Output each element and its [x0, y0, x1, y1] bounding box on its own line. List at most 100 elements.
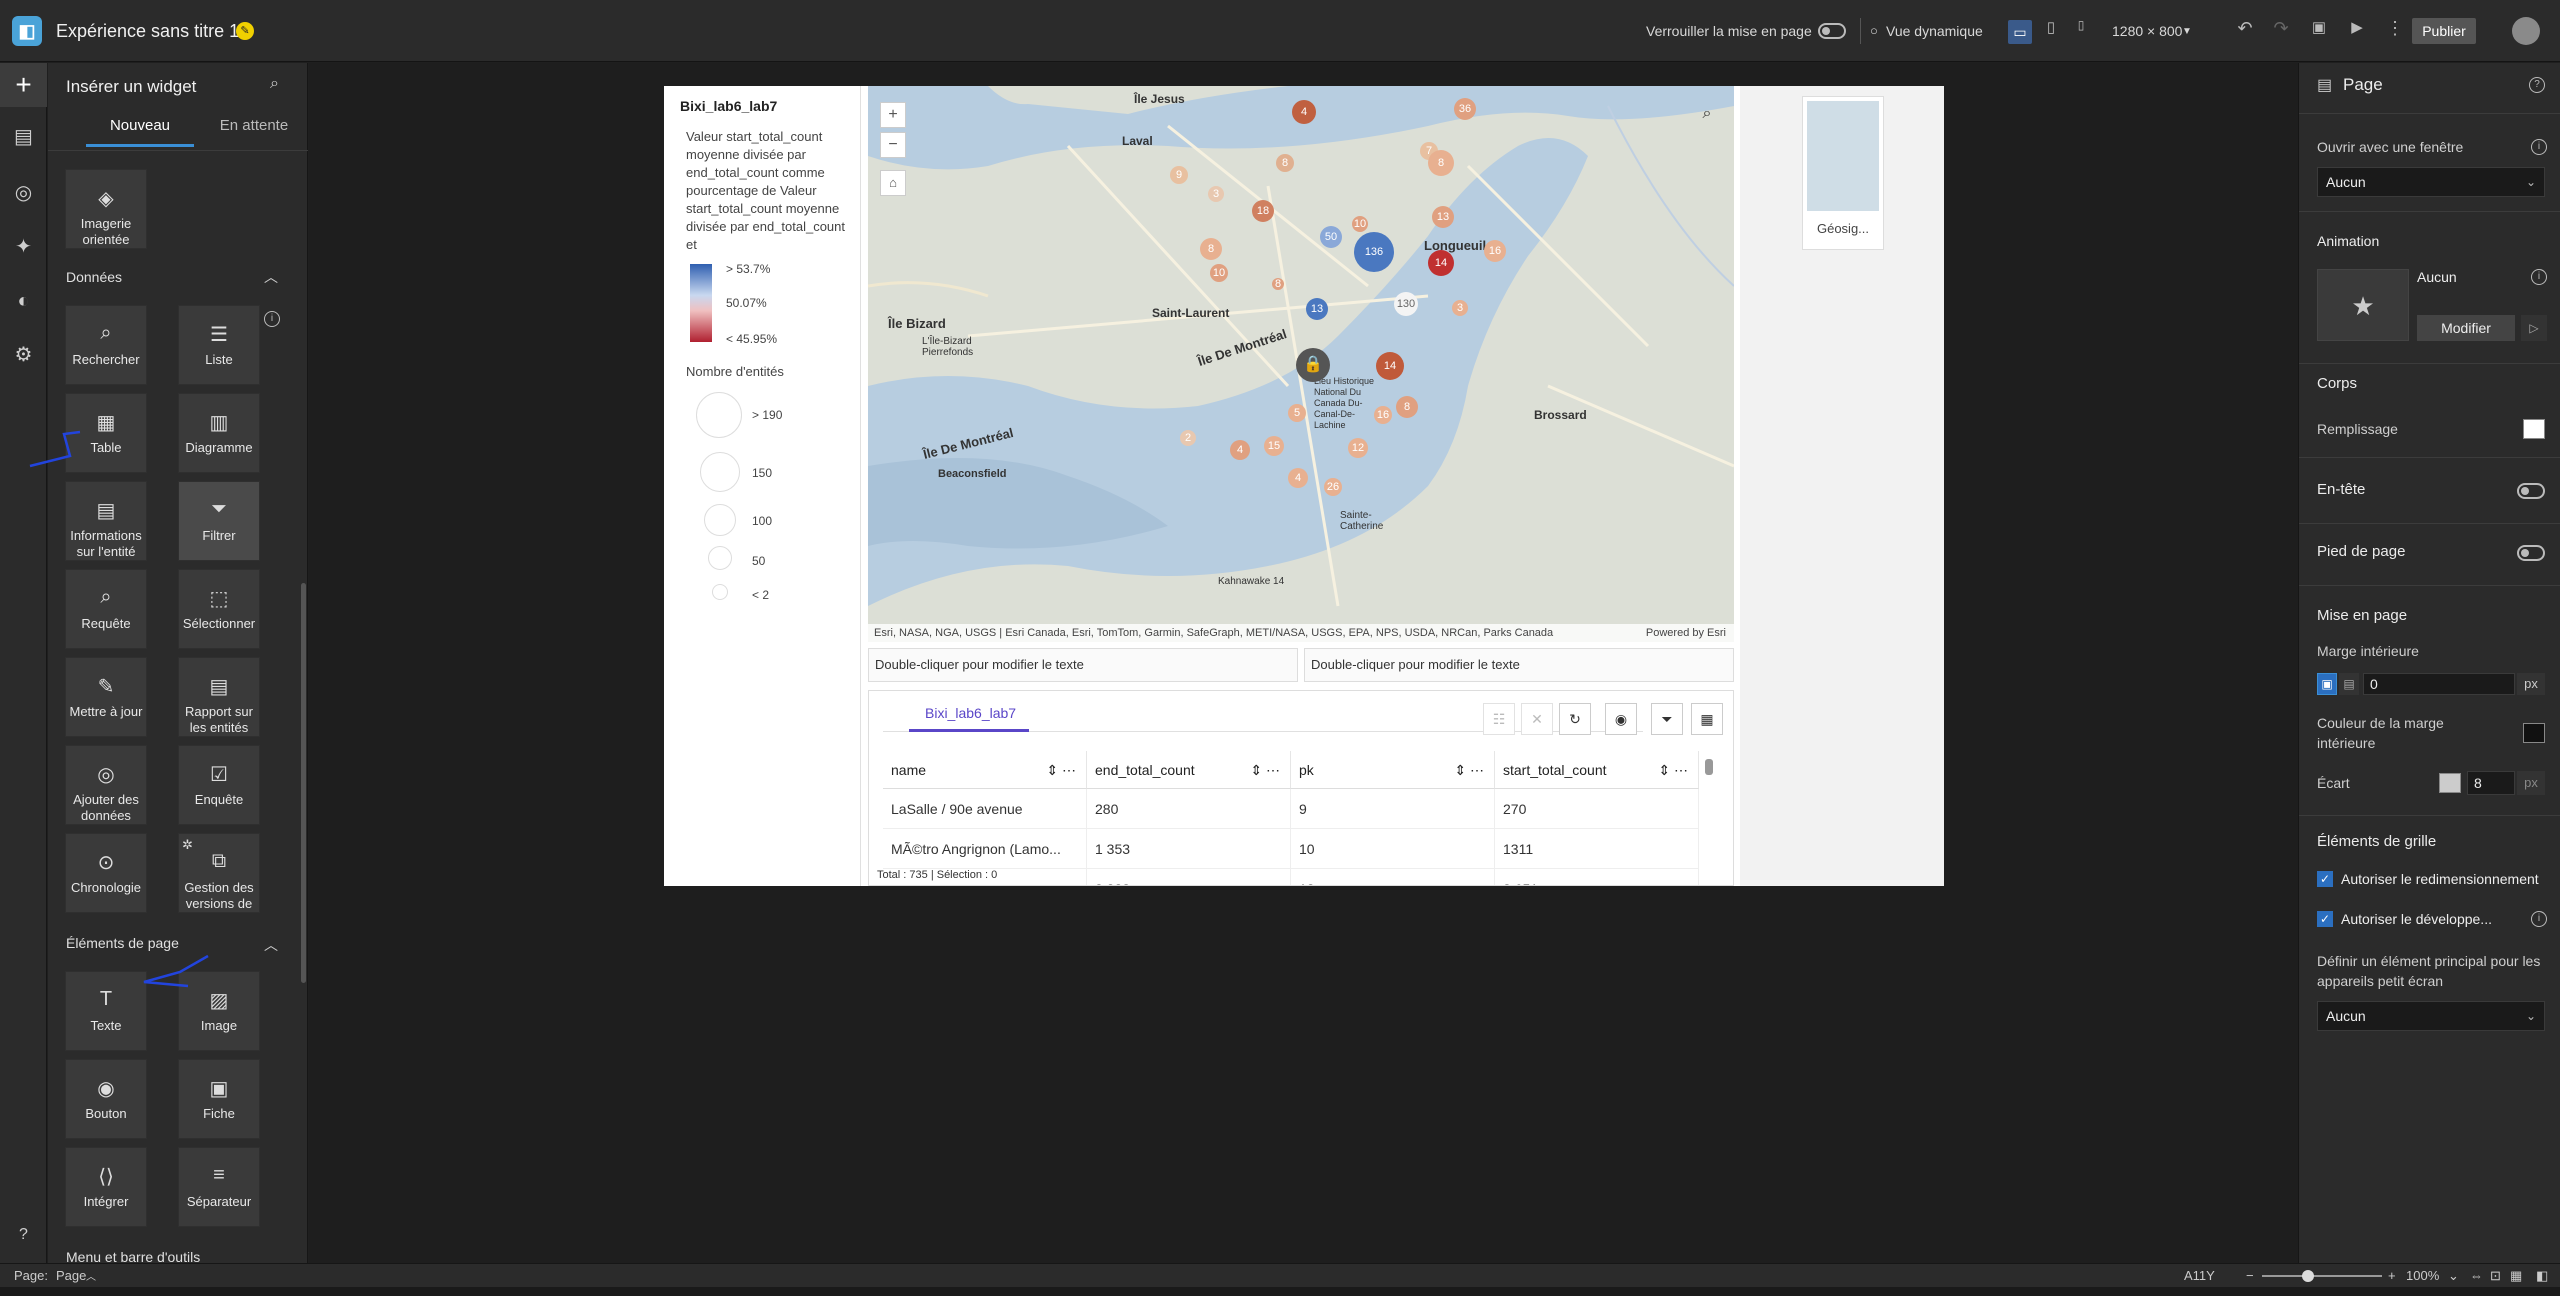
map-cluster[interactable]: 130 [1394, 292, 1418, 316]
desktop-device-icon[interactable]: ▭ [2008, 20, 2032, 44]
zoom-level[interactable]: 100% [2406, 1268, 2439, 1283]
info-icon[interactable]: i [264, 311, 280, 327]
live-view-button[interactable]: Vue dynamique [1886, 23, 1983, 39]
page-icon[interactable]: ▤ [0, 115, 47, 159]
widget-tile-embed[interactable]: ⟨⟩ Intégrer [65, 1147, 147, 1227]
visibility-icon[interactable]: ◉ [1605, 703, 1637, 735]
table-cell[interactable]: 13 [1291, 869, 1495, 885]
column-header-start-total-count[interactable]: start_total_count ⇕ ⋯ [1495, 751, 1699, 789]
padding-unit[interactable]: px [2517, 673, 2545, 695]
search-icon[interactable]: ⌕ [1694, 102, 1720, 128]
widget-tile-oriented-imagery[interactable]: ◈ Imagerie orientée [65, 169, 147, 249]
gap-input[interactable]: 8 [2467, 771, 2515, 795]
zoom-out-button[interactable]: − [880, 132, 906, 158]
show-columns-icon[interactable]: ▦ [1691, 703, 1723, 735]
info-icon[interactable]: i [2531, 139, 2547, 155]
map-cluster[interactable]: 8 [1200, 238, 1222, 260]
grid-icon[interactable]: ▦ [2510, 1268, 2522, 1284]
more-options-icon[interactable]: ⋮ [2382, 18, 2408, 39]
chevron-up-icon[interactable]: ︿ [86, 1268, 96, 1283]
widget-tile-button[interactable]: ◉ Bouton [65, 1059, 147, 1139]
map-cluster[interactable]: 8 [1428, 150, 1454, 176]
powered-by-esri[interactable]: Powered by Esri [1646, 624, 1726, 642]
widget-tile-card[interactable]: ▣ Fiche [178, 1059, 260, 1139]
zoom-out-icon[interactable]: − [2246, 1268, 2254, 1283]
overview-widget[interactable]: Géosig... [1802, 96, 1884, 250]
column-header-end-total-count[interactable]: end_total_count ⇕ ⋯ [1087, 751, 1291, 789]
help-icon[interactable]: ? [2529, 77, 2545, 93]
edit-title-icon[interactable]: ✎ [236, 22, 254, 40]
map-cluster[interactable]: 14 [1428, 250, 1454, 276]
user-avatar[interactable] [2512, 17, 2540, 45]
publish-button[interactable]: Publier [2412, 18, 2476, 44]
fit-width-icon[interactable]: ⇔ [2470, 1268, 2483, 1283]
table-cell[interactable]: 1 353 [1087, 829, 1291, 869]
zoom-in-button[interactable]: + [880, 102, 906, 128]
map-cluster[interactable]: 4 [1230, 440, 1250, 460]
map-cluster[interactable]: 12 [1348, 438, 1368, 458]
map-cluster[interactable]: 26 [1324, 478, 1342, 496]
experience-title[interactable]: Expérience sans titre 1 [56, 21, 239, 42]
map-cluster[interactable]: 5 [1288, 404, 1306, 422]
fit-page-icon[interactable]: ⊡ [2490, 1268, 2501, 1284]
sort-icon[interactable]: ⇕ ⋯ [1658, 751, 1688, 789]
chevron-up-icon[interactable]: ︿ [264, 267, 278, 287]
padding-all-sides-icon[interactable]: ▣ [2317, 673, 2337, 695]
lock-icon[interactable]: 🔒 [1296, 348, 1330, 382]
open-with-window-select[interactable]: Aucun ⌄ [2317, 167, 2545, 197]
map-cluster[interactable]: 8 [1396, 396, 1418, 418]
map-cluster[interactable]: 13 [1432, 206, 1454, 228]
table-cell[interactable]: 2 838 [1087, 869, 1291, 885]
map-cluster[interactable]: 10 [1210, 264, 1228, 282]
live-view-icon[interactable]: ○ [1870, 23, 1878, 38]
map-cluster[interactable]: 9 [1170, 166, 1188, 184]
lock-layout-toggle[interactable] [1818, 23, 1846, 39]
map-cluster[interactable]: 2 [1180, 430, 1196, 446]
table-widget[interactable]: Bixi_lab6_lab7 ☷ ✕ ↻ ◉ ⏷ ▦ name ⇕ ⋯ end_t… [868, 690, 1734, 886]
filter-icon[interactable]: ⏷ [1651, 703, 1683, 735]
zoom-slider-handle[interactable] [2302, 1270, 2314, 1282]
panel-scrollbar[interactable] [301, 583, 306, 983]
zoom-in-icon[interactable]: + [2388, 1268, 2396, 1283]
preview-icon[interactable]: ▶ [2344, 18, 2370, 36]
map-cluster[interactable]: 10 [1352, 216, 1368, 232]
undo-icon[interactable]: ↶ [2232, 18, 2258, 39]
table-scrollbar[interactable] [1705, 759, 1713, 775]
map-cluster[interactable]: 136 [1354, 232, 1394, 272]
map-cluster[interactable]: 3 [1208, 186, 1224, 202]
column-header-name[interactable]: name ⇕ ⋯ [883, 751, 1087, 789]
data-icon[interactable]: ◎ [0, 171, 47, 215]
table-cell[interactable]: LaSalle / 90e avenue [883, 789, 1087, 829]
modify-animation-button[interactable]: Modifier [2417, 315, 2515, 341]
allow-resize-checkbox[interactable]: ✓ [2317, 871, 2333, 887]
map-cluster[interactable]: 13 [1306, 298, 1328, 320]
info-icon[interactable]: i [2531, 911, 2547, 927]
map-cluster[interactable]: 36 [1454, 98, 1476, 120]
footer-toggle[interactable] [2517, 545, 2545, 561]
main-element-select[interactable]: Aucun ⌄ [2317, 1001, 2545, 1031]
show-selection-icon[interactable]: ☷ [1483, 703, 1515, 735]
map-cluster[interactable]: 16 [1374, 406, 1392, 424]
table-cell[interactable]: 280 [1087, 789, 1291, 829]
widget-tile-divider[interactable]: ≡ Séparateur [178, 1147, 260, 1227]
animation-preview-star-icon[interactable]: ★ [2317, 269, 2409, 341]
sort-icon[interactable]: ⇕ ⋯ [1250, 751, 1280, 789]
map-cluster[interactable]: 14 [1376, 352, 1404, 380]
text-widget[interactable]: Double-cliquer pour modifier le texte [1304, 648, 1734, 682]
column-header-pk[interactable]: pk ⇕ ⋯ [1291, 751, 1495, 789]
help-icon[interactable]: ? [0, 1213, 47, 1257]
tools-icon[interactable]: ✦ [0, 225, 47, 269]
table-cell[interactable]: 2 651 [1495, 869, 1699, 885]
tab-new[interactable]: Nouveau [86, 117, 194, 147]
padding-color-swatch[interactable] [2523, 723, 2545, 743]
map-cluster[interactable]: 15 [1264, 436, 1284, 456]
map-cluster[interactable]: 4 [1292, 100, 1316, 124]
padding-per-side-icon[interactable]: ▤ [2339, 673, 2359, 695]
widget-tile-search[interactable]: ⌕ Rechercher [65, 305, 147, 385]
allow-expand-checkbox[interactable]: ✓ [2317, 911, 2333, 927]
theme-icon[interactable]: ◐ [0, 279, 47, 323]
insert-widget-icon[interactable]: + [0, 63, 47, 107]
gap-unit[interactable]: px [2517, 771, 2545, 795]
table-tab[interactable]: Bixi_lab6_lab7 [925, 705, 1016, 721]
map-cluster[interactable]: 8 [1272, 278, 1284, 290]
